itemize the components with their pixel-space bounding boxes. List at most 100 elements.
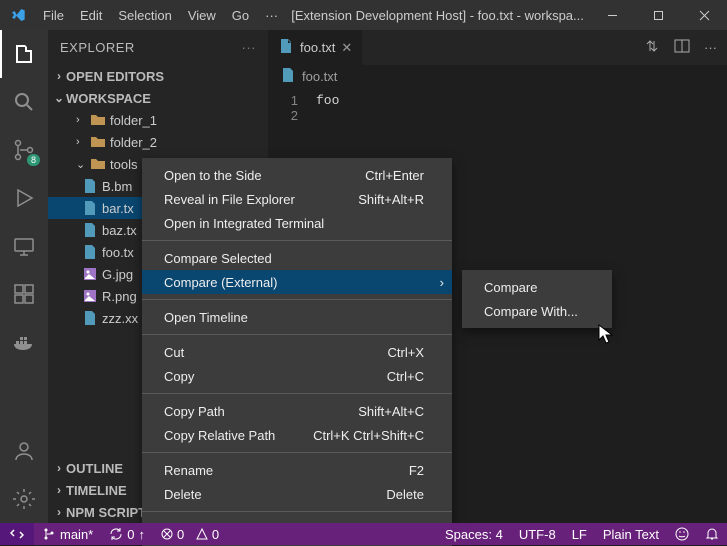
twisty-icon: › (76, 114, 86, 126)
code-area[interactable]: 1foo2 (268, 87, 727, 129)
status-spaces[interactable]: Spaces: 4 (437, 527, 511, 542)
ctx-item[interactable]: Compare With... (462, 299, 612, 323)
ctx-item[interactable]: Open Timeline (142, 305, 452, 329)
breadcrumb[interactable]: foo.txt (268, 65, 727, 87)
file-icon (82, 222, 98, 238)
ctx-item[interactable]: Reveal in File Explorer Shift+Alt+R (142, 187, 452, 211)
menu-go[interactable]: Go (224, 8, 257, 23)
ctx-item[interactable]: Copy Relative Path Ctrl+K Ctrl+Shift+C (142, 423, 452, 447)
section-workspace[interactable]: ⌄WORKSPACE (48, 87, 268, 109)
ctx-item[interactable]: Open to the SideCtrl+Enter (142, 163, 452, 187)
ctx-shortcut: Ctrl+C (387, 369, 424, 384)
compare-changes-icon[interactable] (644, 38, 660, 57)
activity-docker[interactable] (0, 318, 48, 366)
activity-remote[interactable] (0, 222, 48, 270)
context-menu: Open to the SideCtrl+EnterReveal in File… (142, 158, 452, 546)
ctx-item[interactable]: Rename F2 (142, 458, 452, 482)
sidebar-more-icon[interactable]: ··· (242, 40, 257, 55)
ctx-label: Reveal in File Explorer (164, 192, 295, 207)
line-text: foo (316, 93, 339, 108)
ctx-label: Copy (164, 369, 194, 384)
activity-run[interactable] (0, 174, 48, 222)
menu-more[interactable]: ··· (257, 8, 286, 23)
editor-more-icon[interactable]: ··· (704, 40, 717, 55)
tree-folder[interactable]: ›folder_2 (48, 131, 268, 153)
window-minimize[interactable] (589, 0, 635, 30)
ctx-shortcut: Ctrl+K Ctrl+Shift+C (313, 428, 424, 443)
ctx-item[interactable]: Compare Selected (142, 246, 452, 270)
ctx-label: Compare (484, 280, 537, 295)
activity-bar: 8 (0, 30, 48, 523)
submenu-arrow-icon: › (440, 275, 444, 290)
tree-label: B.bm (102, 179, 132, 194)
tab-bar: foo.txt ✕ ··· (268, 30, 727, 65)
ctx-label: Compare Selected (164, 251, 272, 266)
ctx-shortcut: Ctrl+X (388, 345, 424, 360)
file-icon (82, 200, 98, 216)
menu-file[interactable]: File (35, 8, 72, 23)
file-icon (278, 38, 294, 57)
twisty-icon: › (76, 136, 86, 148)
ctx-label: Open Timeline (164, 310, 248, 325)
ctx-shortcut: Shift+Alt+C (358, 404, 424, 419)
image-icon (82, 288, 98, 304)
status-sync[interactable]: 0↑ (101, 523, 153, 545)
app-logo (0, 7, 35, 23)
line-number: 2 (268, 108, 316, 123)
ctx-item[interactable]: Copy Ctrl+C (142, 364, 452, 388)
activity-extensions[interactable] (0, 270, 48, 318)
folder-icon (90, 156, 106, 172)
status-feedback-icon[interactable] (667, 527, 697, 541)
twisty-icon: ⌄ (76, 158, 86, 171)
status-bell-icon[interactable] (697, 527, 727, 541)
menu-edit[interactable]: Edit (72, 8, 110, 23)
ctx-item[interactable]: Cut Ctrl+X (142, 340, 452, 364)
activity-settings[interactable] (0, 475, 48, 523)
ctx-label: Compare With... (484, 304, 578, 319)
line-number: 1 (268, 93, 316, 108)
menubar: File Edit Selection View Go ··· (35, 8, 286, 23)
ctx-label: Open in Integrated Terminal (164, 216, 324, 231)
ctx-shortcut: Shift+Alt+R (358, 192, 424, 207)
tree-label: foo.tx (102, 245, 134, 260)
activity-search[interactable] (0, 78, 48, 126)
image-icon (82, 266, 98, 282)
ctx-item[interactable]: Compare (462, 275, 612, 299)
tree-label: folder_1 (110, 113, 157, 128)
ctx-label: Copy Relative Path (164, 428, 275, 443)
scm-badge: 8 (27, 154, 40, 166)
ctx-item[interactable]: Open in Integrated Terminal (142, 211, 452, 235)
status-language[interactable]: Plain Text (595, 527, 667, 542)
section-open-editors[interactable]: ›OPEN EDITORS (48, 65, 268, 87)
ctx-item[interactable]: DeleteDelete (142, 482, 452, 506)
window-title: [Extension Development Host] - foo.txt -… (286, 8, 589, 23)
ctx-label: Cut (164, 345, 184, 360)
activity-scm[interactable]: 8 (0, 126, 48, 174)
status-eol[interactable]: LF (564, 527, 595, 542)
ctx-label: Rename (164, 463, 213, 478)
window-maximize[interactable] (635, 0, 681, 30)
tree-label: zzz.xx (102, 311, 138, 326)
tab-close-icon[interactable]: ✕ (341, 40, 352, 56)
ctx-shortcut: F2 (409, 463, 424, 478)
status-remote[interactable] (0, 523, 34, 545)
activity-explorer[interactable] (0, 30, 48, 78)
window-close[interactable] (681, 0, 727, 30)
tree-label: baz.tx (102, 223, 137, 238)
ctx-item[interactable]: Compare (External)› (142, 270, 452, 294)
file-icon (82, 178, 98, 194)
tree-folder[interactable]: › folder_1 (48, 109, 268, 131)
menu-view[interactable]: View (180, 8, 224, 23)
status-problems[interactable]: 0 0 (153, 523, 227, 545)
context-submenu: Compare Compare With... (462, 270, 612, 328)
status-encoding[interactable]: UTF-8 (511, 527, 564, 542)
editor-tab[interactable]: foo.txt ✕ (268, 30, 363, 65)
menu-selection[interactable]: Selection (110, 8, 179, 23)
status-branch[interactable]: main* (34, 523, 101, 545)
ctx-item[interactable]: Copy PathShift+Alt+C (142, 399, 452, 423)
split-editor-icon[interactable] (674, 38, 690, 57)
activity-account[interactable] (0, 427, 48, 475)
status-bar: main* 0↑ 0 0 Spaces: 4 UTF-8 LF Plain Te… (0, 523, 727, 545)
tree-label: G.jpg (102, 267, 133, 282)
ctx-shortcut: Ctrl+Enter (365, 168, 424, 183)
